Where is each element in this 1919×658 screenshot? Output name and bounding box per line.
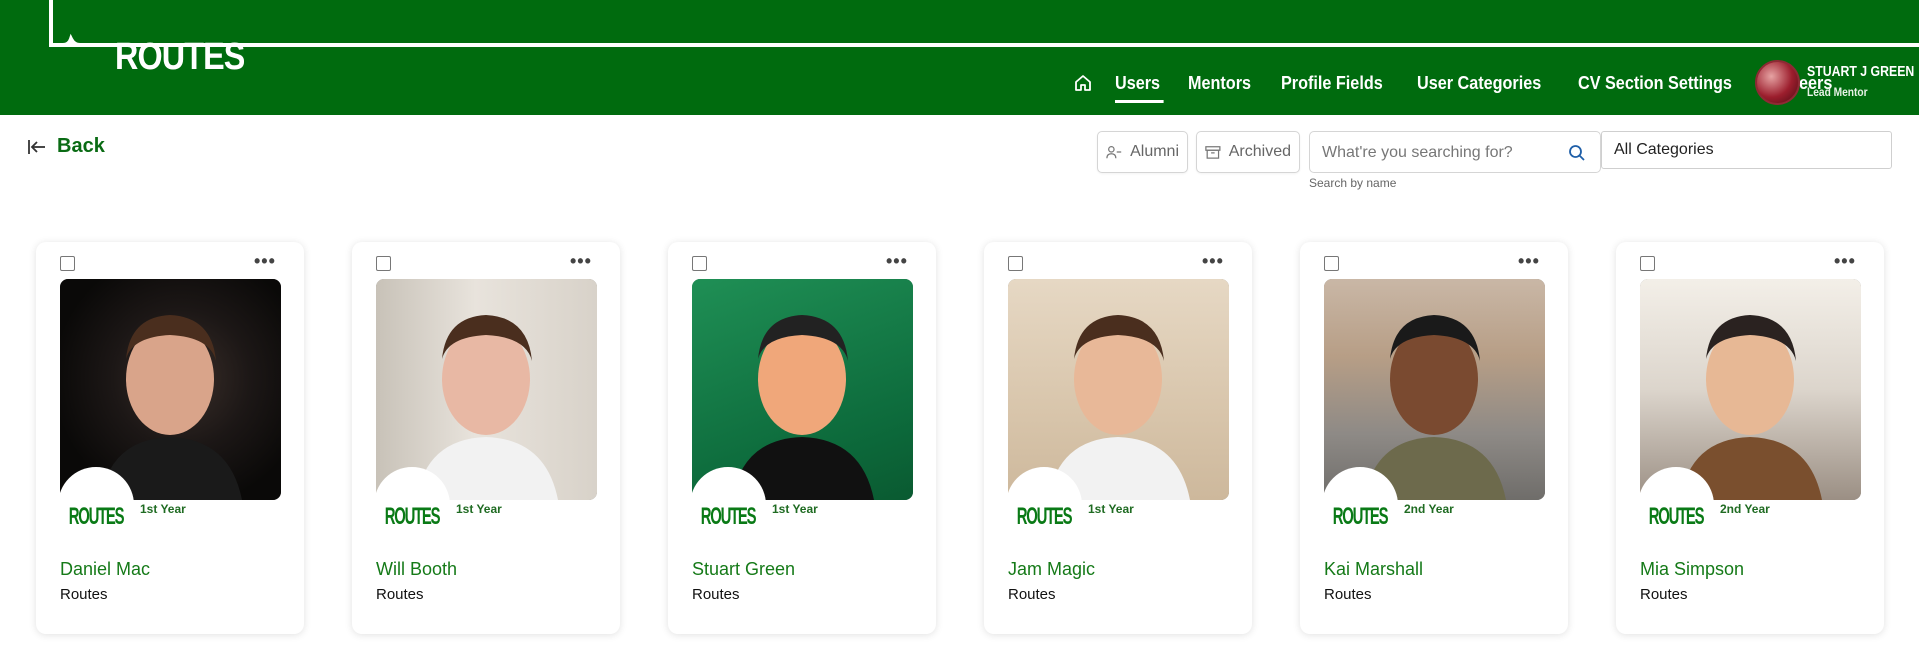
back-button[interactable]: Back: [27, 135, 105, 158]
routes-badge: ROUTES: [1638, 467, 1714, 543]
badge-text: ROUTES: [1648, 503, 1705, 530]
user-role: Lead Mentor: [1807, 85, 1868, 99]
nav-item-users[interactable]: Users: [1115, 73, 1164, 103]
routes-badge: ROUTES: [58, 467, 134, 543]
user-organisation: Routes: [60, 586, 108, 603]
more-options-icon[interactable]: •••: [1518, 252, 1540, 270]
badge-text: ROUTES: [1332, 503, 1389, 530]
year-label: 1st Year: [456, 502, 502, 516]
user-name-link[interactable]: Stuart Green: [692, 559, 795, 580]
card-checkbox[interactable]: [1008, 256, 1023, 271]
card-checkbox[interactable]: [692, 256, 707, 271]
card-checkbox[interactable]: [376, 256, 391, 271]
alumni-label: Alumni: [1130, 143, 1179, 160]
more-options-icon[interactable]: •••: [254, 252, 276, 270]
category-select[interactable]: All Categories: [1601, 131, 1892, 169]
badge-text: ROUTES: [1016, 503, 1073, 530]
routes-badge: ROUTES: [690, 467, 766, 543]
year-label: 1st Year: [140, 502, 186, 516]
more-options-icon[interactable]: •••: [1202, 252, 1224, 270]
home-icon[interactable]: [1073, 72, 1095, 94]
badge-text: ROUTES: [384, 503, 441, 530]
user-organisation: Routes: [1008, 586, 1056, 603]
routes-badge: ROUTES: [1322, 467, 1398, 543]
user-card[interactable]: ••• ROUTES 1st Year Will Booth Routes: [352, 242, 620, 634]
user-name-link[interactable]: Kai Marshall: [1324, 559, 1423, 580]
main-nav: Users Mentors Profile Fields User Catego…: [1073, 68, 1862, 103]
user-card[interactable]: ••• ROUTES 1st Year Daniel Mac Routes: [36, 242, 304, 634]
year-label: 1st Year: [772, 502, 818, 516]
card-checkbox[interactable]: [1324, 256, 1339, 271]
logo-mark-icon: [49, 0, 119, 47]
badge-text: ROUTES: [700, 503, 757, 530]
routes-badge: ROUTES: [1006, 467, 1082, 543]
archived-button[interactable]: Archived: [1196, 131, 1300, 173]
back-label: Back: [57, 135, 105, 157]
nav-item-profile-fields[interactable]: Profile Fields: [1281, 73, 1383, 94]
user-organisation: Routes: [692, 586, 740, 603]
user-minus-icon: [1106, 146, 1122, 159]
archive-box-icon: [1205, 146, 1221, 159]
user-name-link[interactable]: Daniel Mac: [60, 559, 150, 580]
search-input[interactable]: [1322, 140, 1562, 166]
user-name-link[interactable]: Will Booth: [376, 559, 457, 580]
user-organisation: Routes: [1324, 586, 1372, 603]
user-card[interactable]: ••• ROUTES 1st Year Jam Magic Routes: [984, 242, 1252, 634]
badge-text: ROUTES: [68, 503, 125, 530]
nav-item-user-categories[interactable]: User Categories: [1417, 73, 1541, 94]
user-card[interactable]: ••• ROUTES 2nd Year Kai Marshall Routes: [1300, 242, 1568, 634]
more-options-icon[interactable]: •••: [1834, 252, 1856, 270]
card-checkbox[interactable]: [60, 256, 75, 271]
card-checkbox[interactable]: [1640, 256, 1655, 271]
app-header: ROUTES Users Mentors Profile Fields User…: [0, 0, 1919, 115]
user-card[interactable]: ••• ROUTES 1st Year Stuart Green Routes: [668, 242, 936, 634]
user-organisation: Routes: [376, 586, 424, 603]
user-name-link[interactable]: Jam Magic: [1008, 559, 1095, 580]
year-label: 2nd Year: [1720, 502, 1770, 516]
nav-item-cv-section-settings[interactable]: CV Section Settings: [1578, 73, 1732, 94]
user-organisation: Routes: [1640, 586, 1688, 603]
more-options-icon[interactable]: •••: [570, 252, 592, 270]
year-label: 1st Year: [1088, 502, 1134, 516]
year-label: 2nd Year: [1404, 502, 1454, 516]
nav-item-mentors[interactable]: Mentors: [1188, 73, 1251, 94]
search-hint: Search by name: [1309, 176, 1397, 190]
header-divider-line: [49, 43, 1919, 47]
avatar[interactable]: [1755, 60, 1800, 105]
user-card[interactable]: ••• ROUTES 2nd Year Mia Simpson Routes: [1616, 242, 1884, 634]
more-options-icon[interactable]: •••: [886, 252, 908, 270]
back-arrow-icon: [28, 139, 45, 154]
archived-label: Archived: [1228, 143, 1291, 160]
alumni-button[interactable]: Alumni: [1097, 131, 1188, 173]
search-icon[interactable]: [1568, 144, 1586, 162]
user-name-link[interactable]: Mia Simpson: [1640, 559, 1744, 580]
logo-text[interactable]: ROUTES: [115, 36, 245, 79]
user-menu[interactable]: STUART J GREEN Lead Mentor: [1755, 60, 1919, 106]
user-name: STUART J GREEN: [1807, 63, 1915, 80]
routes-badge: ROUTES: [374, 467, 450, 543]
search-box: [1309, 131, 1601, 173]
